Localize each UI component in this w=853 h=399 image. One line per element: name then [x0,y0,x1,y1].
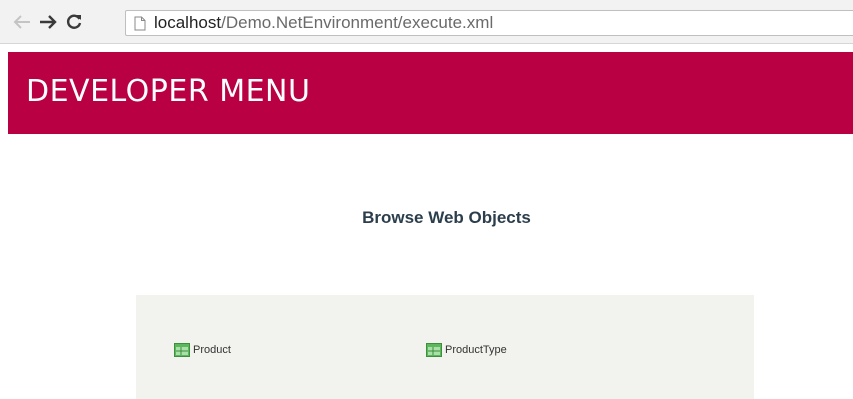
object-label: ProductType [445,344,507,356]
back-button[interactable] [12,12,32,32]
address-bar[interactable]: localhost/Demo.NetEnvironment/execute.xm… [125,10,853,36]
app-header: DEVELOPER MENU [8,52,853,134]
arrow-right-icon [40,15,57,29]
url-path: /Demo.NetEnvironment/execute.xml [221,13,494,32]
page-icon [134,15,148,31]
header-title: DEVELOPER MENU [26,74,311,109]
object-link-product[interactable]: Product [174,343,231,357]
object-label: Product [193,344,231,356]
url-host: localhost [154,13,222,32]
page-title: Browse Web Objects [362,208,531,227]
reload-button[interactable] [64,12,84,32]
browser-toolbar: localhost/Demo.NetEnvironment/execute.xm… [0,0,853,44]
table-icon [174,343,190,357]
table-icon [426,343,442,357]
arrow-left-icon [13,15,30,29]
objects-panel: Product ProductType [136,295,754,399]
forward-button[interactable] [38,12,58,32]
object-link-producttype[interactable]: ProductType [426,343,507,357]
reload-icon [66,14,82,29]
